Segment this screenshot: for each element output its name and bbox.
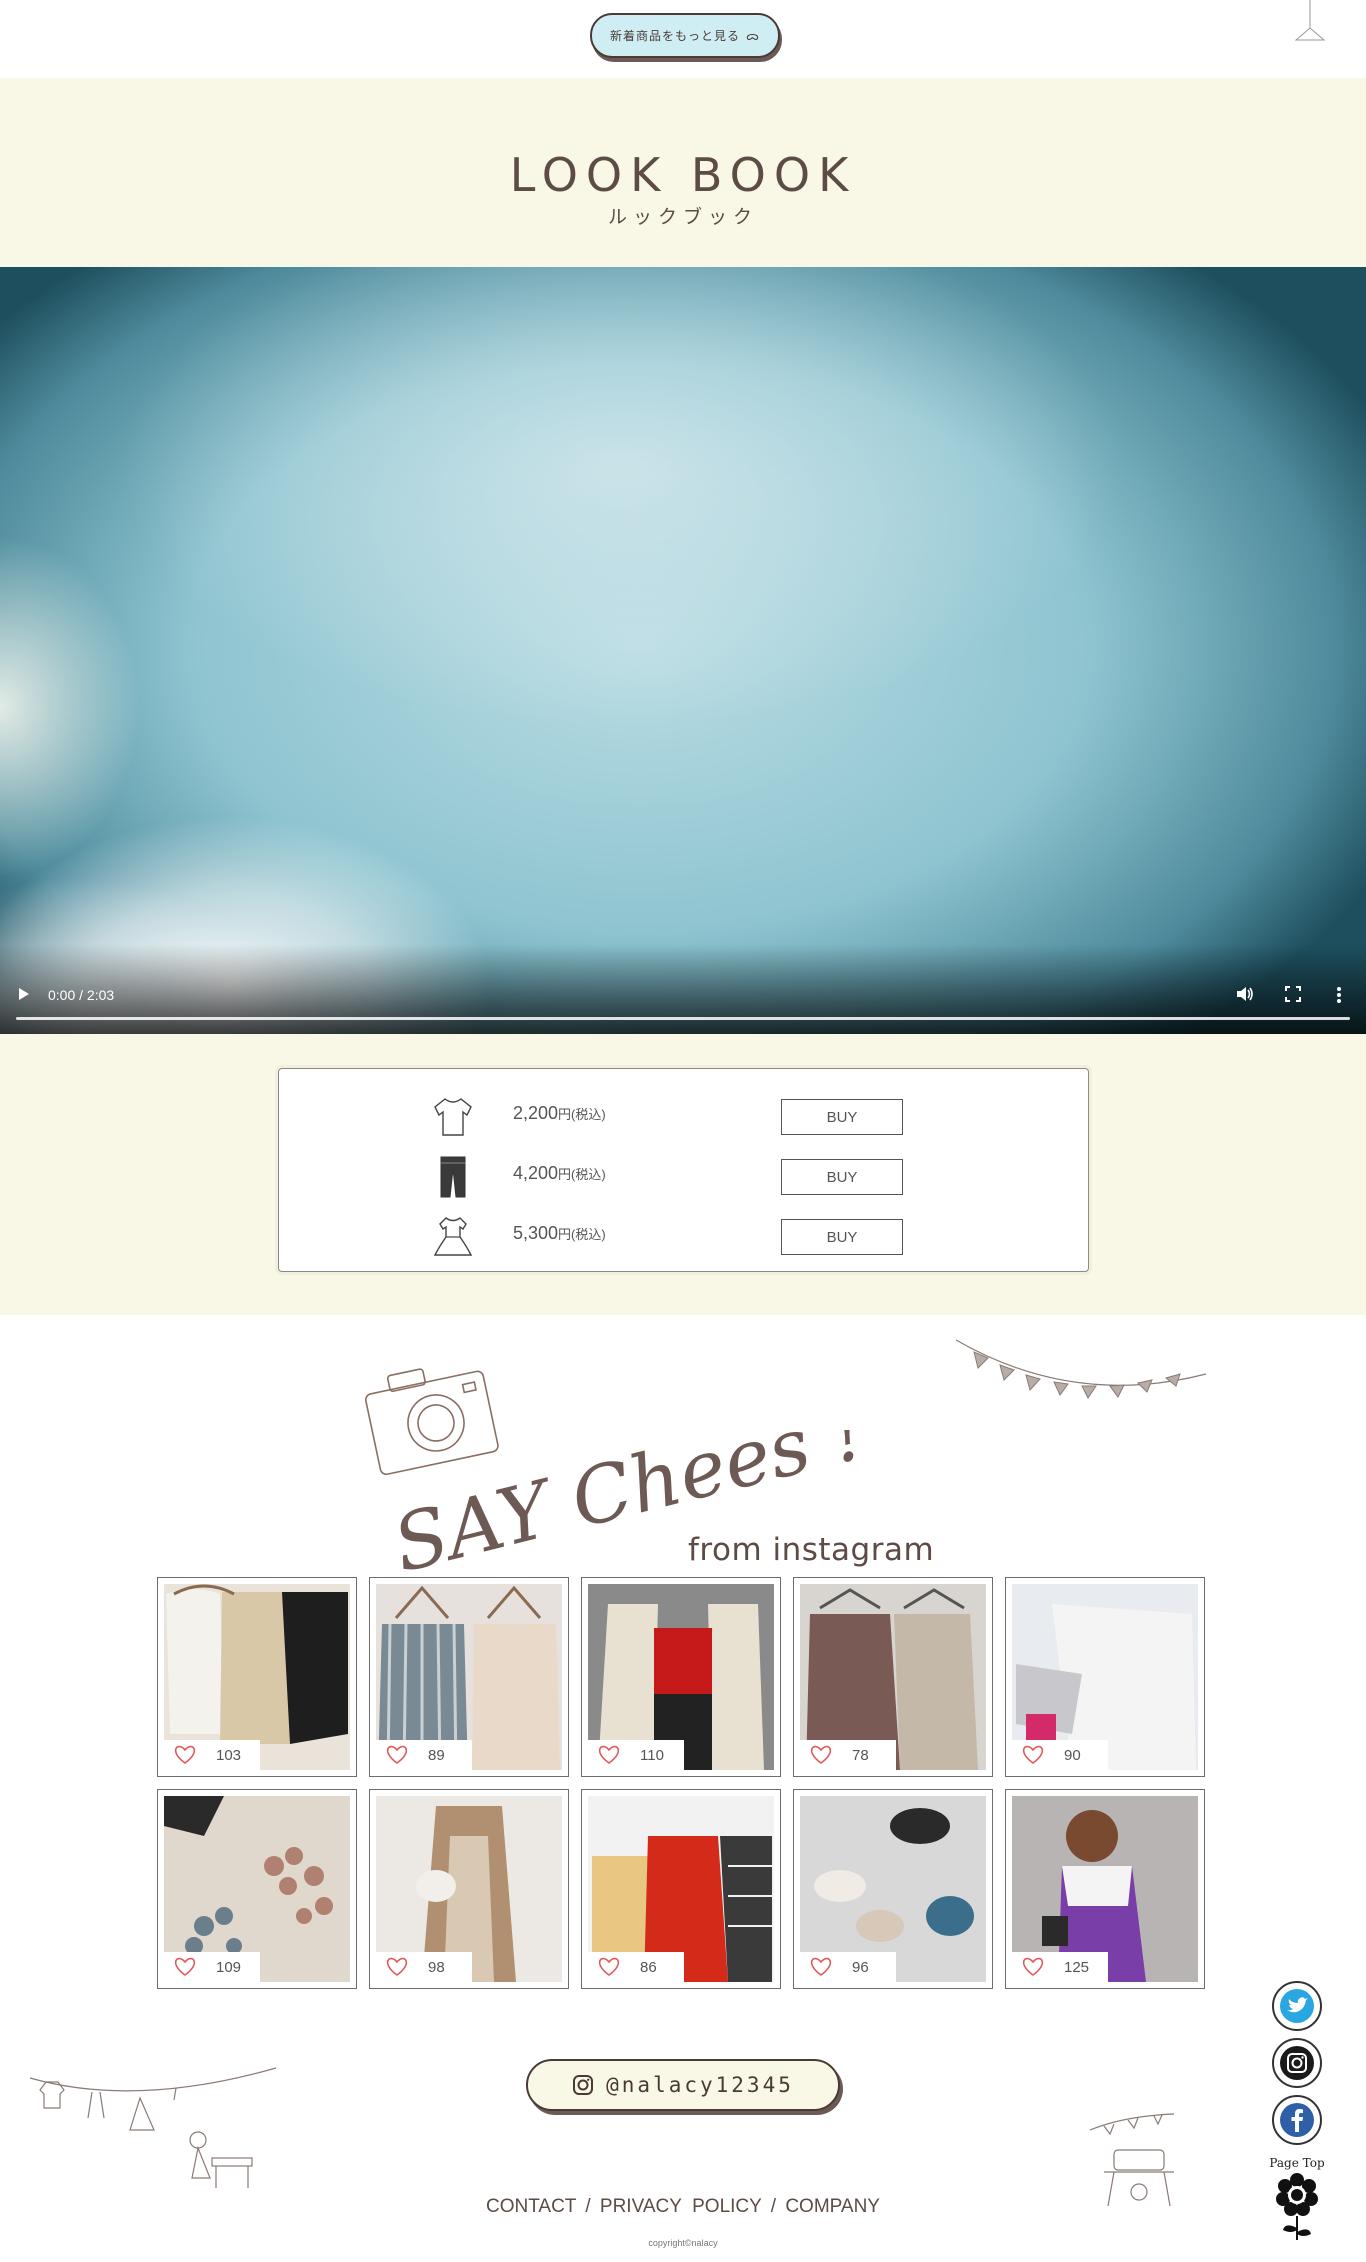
instagram-account-label: @nalacy12345: [606, 2073, 794, 2097]
footer-link-contact[interactable]: CONTACT: [486, 2196, 576, 2217]
footer-links: CONTACT / PRIVACY POLICY / COMPANY: [0, 2196, 1366, 2218]
instagram-post[interactable]: 90: [1005, 1577, 1205, 1777]
heart-icon[interactable]: [598, 1745, 620, 1765]
instagram-post[interactable]: 103: [157, 1577, 357, 1777]
like-counter: 89: [376, 1740, 472, 1770]
more-options-icon[interactable]: [1336, 986, 1342, 1004]
tshirt-icon: [434, 1098, 472, 1136]
instagram-account-button[interactable]: @nalacy12345: [526, 2059, 840, 2111]
like-count: 125: [1064, 1958, 1090, 1976]
twitter-icon: [1280, 1989, 1314, 2023]
like-counter: 78: [800, 1740, 896, 1770]
like-count: 78: [852, 1746, 869, 1764]
instagram-icon: [573, 2075, 594, 2095]
heart-icon[interactable]: [386, 1745, 408, 1765]
instagram-post[interactable]: 109: [157, 1789, 357, 1989]
more-products-label: 新着商品をもっと見る: [610, 29, 741, 43]
sewing-machine-decoration-icon: [1089, 2113, 1175, 2207]
like-count: 103: [216, 1746, 242, 1764]
bunting-decoration-icon: [955, 1339, 1207, 1399]
heart-icon[interactable]: [174, 1745, 196, 1765]
like-counter: 98: [376, 1952, 472, 1982]
instagram-post[interactable]: 86: [581, 1789, 781, 1989]
pants-icon: [440, 1156, 466, 1198]
flower-page-top-icon[interactable]: [1275, 2172, 1319, 2242]
more-products-button[interactable]: 新着商品をもっと見る ᯅ: [590, 13, 780, 58]
instagram-icon: [1280, 2046, 1314, 2080]
instagram-side-button[interactable]: [1272, 2038, 1322, 2088]
lookbook-title: LOOK BOOK: [509, 148, 857, 202]
price-row: 2,200円(税込) BUY: [279, 1087, 1088, 1147]
instagram-post[interactable]: 78: [793, 1577, 993, 1777]
instagram-post[interactable]: 125: [1005, 1789, 1205, 1989]
like-counter: 90: [1012, 1740, 1108, 1770]
volume-icon[interactable]: [1236, 986, 1254, 1002]
instagram-grid: 103 89 110 78 90 109 98 86 96 125: [157, 1577, 1209, 1991]
instagram-post[interactable]: 89: [369, 1577, 569, 1777]
footer-link-privacy-policy[interactable]: PRIVACY POLICY: [600, 2196, 762, 2217]
lookbook-subtitle: ルックブック: [607, 206, 758, 228]
like-counter: 109: [164, 1952, 260, 1982]
heart-icon[interactable]: [386, 1957, 408, 1977]
video-controls: 0:00 / 2:03: [0, 974, 1366, 1034]
like-counter: 110: [588, 1740, 684, 1770]
hanger-decoration-icon: [1294, 0, 1326, 41]
video-time: 0:00 / 2:03: [48, 987, 115, 1003]
heart-icon[interactable]: [598, 1957, 620, 1977]
like-count: 110: [640, 1746, 664, 1764]
instagram-post[interactable]: 96: [793, 1789, 993, 1989]
buy-button[interactable]: BUY: [781, 1219, 903, 1255]
like-counter: 125: [1012, 1952, 1108, 1982]
lookbook-video[interactable]: 0:00 / 2:03: [0, 267, 1366, 1034]
page-top-label[interactable]: Page Top: [1262, 2156, 1332, 2170]
like-count: 89: [428, 1746, 445, 1764]
like-count: 109: [216, 1958, 242, 1976]
like-counter: 86: [588, 1952, 684, 1982]
like-count: 86: [640, 1958, 657, 1976]
price-value: 2,200円(税込): [513, 1103, 606, 1123]
paw-icon: ᯅ: [746, 29, 760, 43]
instagram-post[interactable]: 98: [369, 1789, 569, 1989]
facebook-icon: [1280, 2103, 1314, 2137]
instagram-post[interactable]: 110: [581, 1577, 781, 1777]
buy-button[interactable]: BUY: [781, 1099, 903, 1135]
like-count: 90: [1064, 1746, 1081, 1764]
twitter-button[interactable]: [1272, 1981, 1322, 2031]
price-value: 4,200円(税込): [513, 1163, 606, 1183]
buy-button[interactable]: BUY: [781, 1159, 903, 1195]
price-list: 2,200円(税込) BUY 4,200円(税込) BUY 5,300円(税込)…: [278, 1068, 1089, 1272]
like-count: 96: [852, 1958, 869, 1976]
like-counter: 96: [800, 1952, 896, 1982]
dress-icon: [433, 1217, 473, 1256]
heart-icon[interactable]: [810, 1745, 832, 1765]
like-counter: 103: [164, 1740, 260, 1770]
heart-icon[interactable]: [810, 1957, 832, 1977]
video-progress-bar[interactable]: [16, 1017, 1350, 1020]
from-instagram-label: from instagram: [688, 1532, 935, 1568]
facebook-button[interactable]: [1272, 2095, 1322, 2145]
heart-icon[interactable]: [1022, 1957, 1044, 1977]
footer-separator: /: [770, 2196, 777, 2217]
heart-icon[interactable]: [1022, 1745, 1044, 1765]
price-row: 4,200円(税込) BUY: [279, 1147, 1088, 1207]
price-value: 5,300円(税込): [513, 1223, 606, 1243]
price-row: 5,300円(税込) BUY: [279, 1207, 1088, 1267]
like-count: 98: [428, 1958, 445, 1976]
fullscreen-icon[interactable]: [1285, 986, 1301, 1002]
top-bar: 新着商品をもっと見る ᯅ: [0, 0, 1366, 78]
copyright: copyright©nalacy: [648, 2238, 718, 2248]
play-icon[interactable]: [18, 988, 30, 1000]
footer-separator: /: [585, 2196, 591, 2217]
clothesline-decoration-icon: [29, 2067, 277, 2188]
footer-link-company[interactable]: COMPANY: [785, 2196, 880, 2217]
heart-icon[interactable]: [174, 1957, 196, 1977]
